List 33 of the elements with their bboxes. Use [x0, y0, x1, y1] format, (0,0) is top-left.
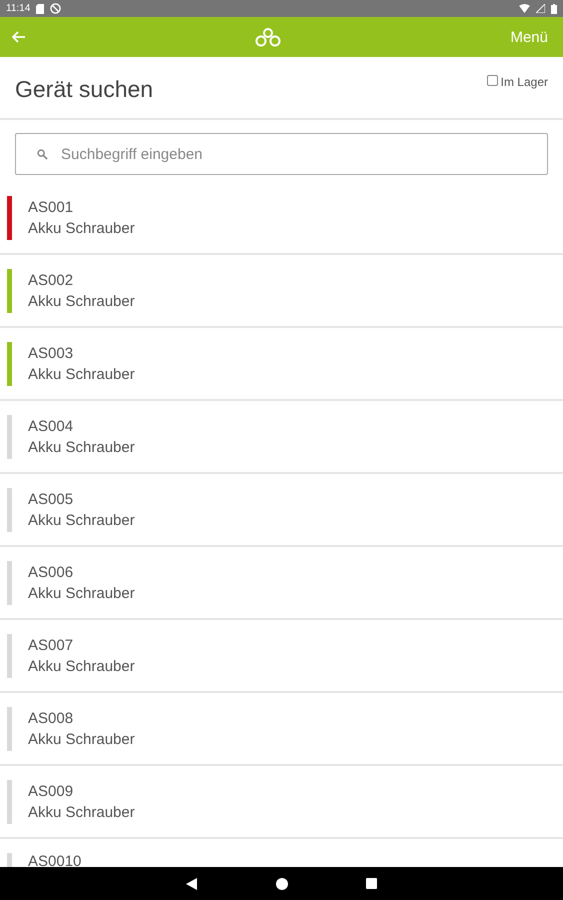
sd-card-icon — [36, 4, 44, 14]
device-id[interactable]: AS009 — [28, 782, 135, 800]
status-time: 11:14 — [6, 3, 30, 14]
blocked-icon — [50, 3, 62, 14]
back-arrow-icon[interactable] — [12, 31, 26, 43]
device-name[interactable]: Akku Schrauber — [28, 366, 135, 382]
device-id[interactable]: AS007 — [28, 636, 135, 654]
device-name[interactable]: Akku Schrauber — [28, 730, 135, 748]
device-id[interactable]: AS0010 — [28, 853, 82, 867]
device-id[interactable]: AS008 — [28, 710, 135, 726]
wifi-icon — [519, 4, 530, 13]
device-id[interactable]: AS006 — [28, 564, 135, 580]
device-name[interactable]: Akku Schrauber — [28, 584, 135, 602]
battery-icon — [551, 4, 557, 14]
checkbox[interactable] — [486, 75, 498, 86]
device-name[interactable]: Akku Schrauber — [28, 658, 135, 674]
signal-icon — [536, 4, 545, 13]
search-icon — [37, 149, 48, 160]
device-name[interactable]: Akku Schrauber — [28, 220, 135, 236]
search-field[interactable]: Suchbegriff eingeben — [15, 133, 548, 175]
device-name[interactable]: Akku Schrauber — [28, 438, 135, 456]
device-name[interactable]: Akku Schrauber — [28, 512, 135, 528]
back-icon[interactable] — [186, 878, 198, 890]
device-id[interactable]: AS005 — [28, 490, 135, 508]
device-id[interactable]: AS003 — [28, 344, 135, 362]
device-id[interactable]: AS004 — [28, 418, 135, 434]
device-id[interactable]: AS001 — [28, 198, 135, 216]
device-name[interactable]: Akku Schrauber — [28, 292, 135, 310]
home-icon[interactable] — [276, 878, 288, 890]
page-title: Gerät suchen — [15, 76, 154, 104]
device-id[interactable]: AS002 — [28, 272, 135, 288]
checkbox-label: Im Lager — [500, 75, 548, 89]
device-name[interactable]: Akku Schrauber — [28, 804, 135, 820]
